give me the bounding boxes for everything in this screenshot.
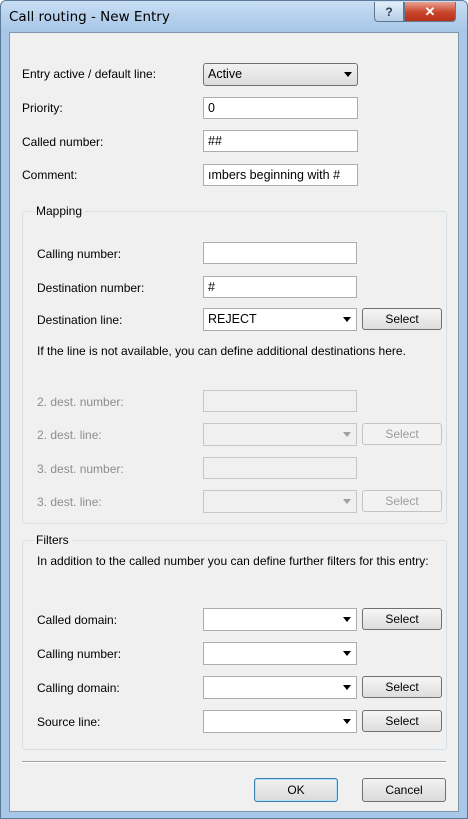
entry-active-label: Entry active / default line: bbox=[22, 67, 157, 81]
title-bar[interactable]: Call routing - New Entry ? ✕ bbox=[1, 1, 467, 32]
dialog-window: Call routing - New Entry ? ✕ Entry activ… bbox=[0, 0, 468, 819]
calling-domain-combo[interactable] bbox=[203, 676, 357, 699]
destination-number-input[interactable]: # bbox=[203, 276, 357, 298]
dest3-line-select-button[interactable]: Select bbox=[362, 490, 442, 512]
chevron-down-icon bbox=[343, 651, 351, 656]
entry-active-value: Active bbox=[208, 67, 243, 81]
help-button[interactable]: ? bbox=[374, 2, 404, 22]
ok-button[interactable]: OK bbox=[254, 778, 338, 802]
calling-domain-select-button[interactable]: Select bbox=[362, 676, 442, 698]
dest3-line-select[interactable] bbox=[203, 490, 357, 513]
destination-line-select[interactable]: REJECT bbox=[203, 308, 357, 331]
source-line-select-button[interactable]: Select bbox=[362, 710, 442, 732]
called-domain-select-button[interactable]: Select bbox=[362, 608, 442, 630]
comment-label: Comment: bbox=[22, 168, 78, 182]
filters-info-text: In addition to the called number you can… bbox=[37, 554, 429, 568]
chevron-down-icon bbox=[343, 317, 351, 322]
filters-group-label: Filters bbox=[33, 533, 72, 547]
priority-input[interactable]: 0 bbox=[203, 97, 358, 119]
priority-label: Priority: bbox=[22, 101, 63, 115]
chevron-down-icon bbox=[343, 432, 351, 437]
mapping-info-text: If the line is not available, you can de… bbox=[37, 344, 406, 358]
dest3-number-label: 3. dest. number: bbox=[37, 462, 124, 476]
source-line-label: Source line: bbox=[37, 715, 101, 729]
dest2-line-select[interactable] bbox=[203, 423, 357, 446]
destination-line-value: REJECT bbox=[208, 312, 257, 326]
chevron-down-icon bbox=[343, 617, 351, 622]
comment-input[interactable]: ımbers beginning with # bbox=[203, 164, 358, 186]
bottom-separator bbox=[22, 761, 446, 763]
called-number-input[interactable]: ## bbox=[203, 130, 358, 152]
destination-number-label: Destination number: bbox=[37, 281, 145, 295]
destination-line-label: Destination line: bbox=[37, 313, 123, 327]
destination-line-select-button[interactable]: Select bbox=[362, 308, 442, 330]
mapping-group-label: Mapping bbox=[33, 204, 86, 218]
calling-domain-label: Calling domain: bbox=[37, 681, 120, 695]
cancel-button[interactable]: Cancel bbox=[362, 778, 446, 802]
help-icon: ? bbox=[385, 4, 393, 19]
dest3-number-input[interactable] bbox=[203, 457, 357, 479]
dest2-number-label: 2. dest. number: bbox=[37, 395, 124, 409]
called-domain-combo[interactable] bbox=[203, 608, 357, 631]
entry-active-select[interactable]: Active bbox=[203, 63, 358, 86]
filter-calling-number-label: Calling number: bbox=[37, 647, 122, 661]
chevron-down-icon bbox=[343, 719, 351, 724]
dest2-line-label: 2. dest. line: bbox=[37, 428, 102, 442]
window-title: Call routing - New Entry bbox=[9, 9, 170, 25]
filter-calling-number-combo[interactable] bbox=[203, 642, 357, 665]
chevron-down-icon bbox=[344, 72, 352, 77]
close-button[interactable]: ✕ bbox=[404, 2, 456, 22]
dest2-number-input[interactable] bbox=[203, 390, 357, 412]
source-line-combo[interactable] bbox=[203, 710, 357, 733]
dialog-client-area: Entry active / default line: Active Prio… bbox=[9, 32, 459, 812]
calling-number-label: Calling number: bbox=[37, 247, 122, 261]
dest2-line-select-button[interactable]: Select bbox=[362, 423, 442, 445]
chevron-down-icon bbox=[343, 685, 351, 690]
close-icon: ✕ bbox=[424, 3, 436, 19]
chevron-down-icon bbox=[343, 499, 351, 504]
called-number-label: Called number: bbox=[22, 135, 104, 149]
called-domain-label: Called domain: bbox=[37, 613, 118, 627]
calling-number-input[interactable] bbox=[203, 242, 357, 264]
dest3-line-label: 3. dest. line: bbox=[37, 495, 102, 509]
